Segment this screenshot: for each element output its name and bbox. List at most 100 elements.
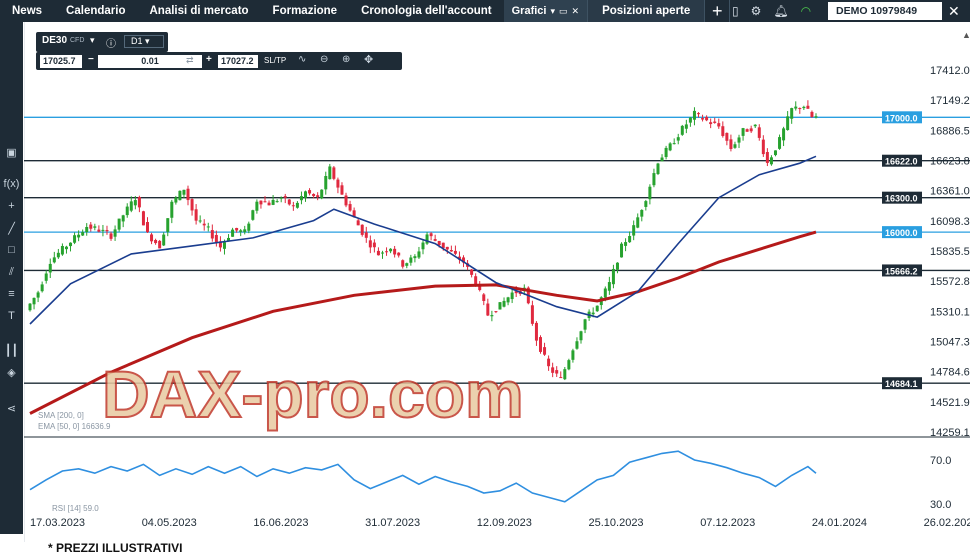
rsi-tick-label: 30.0 [930, 499, 951, 511]
candle-body [344, 195, 348, 206]
fibonacci-icon[interactable]: ≡ [0, 288, 23, 300]
crosshair-icon[interactable]: + [0, 200, 23, 212]
candle-body [433, 239, 437, 241]
candle-body [437, 240, 441, 246]
candle-body [413, 256, 417, 259]
zoom-out-icon[interactable]: ⊖ [320, 54, 328, 65]
candle-body [56, 252, 60, 258]
candle-body [52, 257, 56, 263]
decrease-lot-button[interactable]: − [88, 54, 94, 65]
instrument-selector[interactable]: DE30 CFD ▾ ⓘ D1 ▾ [36, 32, 168, 52]
account-badge[interactable]: DEMO 10979849 [828, 2, 942, 20]
indicator-fx-icon[interactable]: f(x) [0, 178, 23, 190]
candle-body [198, 220, 202, 222]
nav-calendar[interactable]: Calendario [54, 0, 137, 22]
candle-body [591, 312, 595, 315]
rsi-label: RSI [14] 59.0 [52, 504, 99, 513]
move-chart-icon[interactable]: ✥ [364, 53, 373, 66]
nav-news[interactable]: News [0, 0, 54, 22]
candle-body [794, 106, 798, 109]
candle-body [595, 305, 599, 312]
candle-body [271, 199, 275, 205]
rectangle-icon[interactable]: □ [0, 244, 23, 256]
candle-body [162, 234, 166, 246]
watermark-logo: DAX-pro.com [102, 357, 524, 431]
tab-open-positions[interactable]: Posizioni aperte [587, 0, 705, 22]
minimize-icon[interactable]: ▭ [559, 6, 568, 17]
top-icon-group: ▯ ⚙ 🔔︎ ◠ [732, 0, 811, 22]
candles-icon[interactable]: ┃┃ [0, 344, 23, 357]
candle-body [85, 226, 89, 233]
tab-charts[interactable]: Grafici ▾ ▭ ✕ [503, 0, 588, 22]
candle-body [632, 225, 636, 236]
x-date-label: 04.05.2023 [142, 517, 197, 529]
candle-body [765, 152, 769, 163]
chart-area[interactable]: 17412.0 17149.2 16886.5 16623.8 16361.0 16098… [24, 22, 970, 542]
layout-panel-icon[interactable]: ▯ [732, 4, 739, 18]
candle-body [810, 111, 814, 118]
nav-account-history[interactable]: Cronologia dell'account [349, 0, 504, 22]
candle-body [336, 179, 340, 188]
candle-body [299, 196, 303, 201]
sltp-button[interactable]: SL/TP [264, 56, 286, 65]
candle-body [235, 227, 239, 231]
candle-body [664, 147, 668, 158]
share-icon[interactable]: ⋖ [0, 402, 23, 415]
candle-body [417, 251, 421, 258]
candle-body [603, 288, 607, 298]
swap-icon[interactable]: ⇄ [186, 55, 194, 66]
candle-body [729, 139, 733, 149]
price-chart[interactable]: 17412.0 17149.2 16886.5 16623.8 16361.0 16098… [24, 22, 970, 542]
candle-body [534, 322, 538, 341]
candle-body [308, 190, 312, 194]
candle-body [628, 236, 632, 243]
sell-price-button[interactable]: 17025.7 [40, 55, 82, 68]
y-tick-label: 14521.9 [930, 397, 970, 409]
chevron-down-icon[interactable]: ▾ [550, 6, 555, 17]
rsi-tick-label: 70.0 [930, 455, 951, 467]
nav-education[interactable]: Formazione [261, 0, 350, 22]
buy-price-button[interactable]: 17027.2 [218, 55, 258, 68]
text-tool-icon[interactable]: T [0, 310, 23, 322]
candle-body [425, 234, 429, 244]
close-icon[interactable]: ✕ [572, 6, 580, 17]
currency-settings-icon[interactable]: ⚙ [751, 4, 762, 18]
increase-lot-button[interactable]: + [206, 54, 212, 65]
candle-body [267, 202, 271, 206]
candle-body [247, 223, 251, 231]
candle-body [380, 252, 384, 254]
notification-bell-icon[interactable]: 🔔︎ [773, 4, 788, 18]
candle-body [741, 128, 745, 136]
candle-body [356, 220, 360, 226]
info-icon[interactable]: ⓘ [106, 35, 116, 50]
candle-body [190, 199, 194, 211]
candle-body [283, 196, 287, 198]
trendline-icon[interactable]: ╱ [0, 222, 23, 235]
y-tick-label: 15047.3 [930, 337, 970, 349]
layers-icon[interactable]: ◈ [0, 366, 23, 379]
candle-body [555, 370, 559, 374]
nav-market-analysis[interactable]: Analisi di mercato [137, 0, 260, 22]
scroll-up-icon: ▲ [962, 30, 970, 40]
zoom-in-icon[interactable]: ⊕ [342, 54, 350, 65]
candle-body [429, 233, 433, 237]
indicator-label: EMA [50, 0] 16636.9 [38, 422, 111, 431]
candle-body [186, 188, 190, 201]
candle-body [620, 243, 624, 258]
chart-type-icon[interactable]: ▣ [0, 146, 23, 159]
account-menu-close-icon[interactable]: ✕ [948, 0, 960, 22]
add-tab-button[interactable]: + [704, 0, 731, 22]
y-tick-label: 15572.8 [930, 276, 970, 288]
candle-body [684, 124, 688, 129]
candle-body [705, 116, 709, 121]
candle-body [656, 163, 660, 175]
candle-body [385, 251, 389, 253]
candle-body [113, 229, 117, 237]
symbol-dropdown-icon[interactable]: ▾ [90, 35, 95, 46]
line-chart-icon[interactable]: ∿ [298, 54, 306, 65]
timeframe-select[interactable]: D1 ▾ [124, 35, 164, 48]
channel-icon[interactable]: ⫽ [0, 266, 23, 279]
level-label: 16622.0 [885, 157, 918, 167]
candle-body [316, 195, 320, 198]
candle-body [498, 302, 502, 310]
